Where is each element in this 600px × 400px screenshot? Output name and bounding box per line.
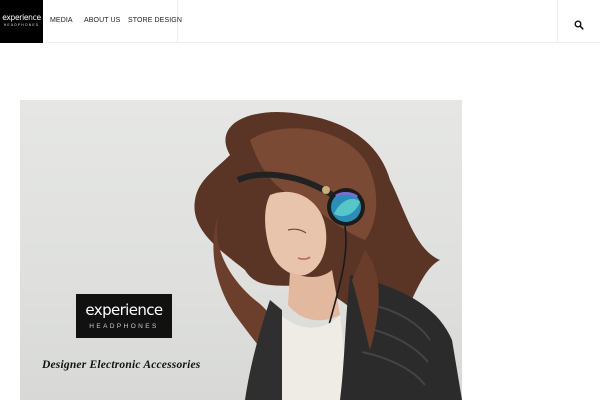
search-icon[interactable] [574,17,584,30]
hero-photo [194,111,462,400]
search-area [557,0,600,43]
logo-wordmark: experience [2,13,41,22]
nav-media-link[interactable]: MEDIA [50,17,73,24]
badge-wordmark: experience [85,301,163,319]
logo-subtitle: HEADPHONES [3,23,40,27]
brand-badge: experience HEADPHONES [76,294,172,338]
site-header: experience HEADPHONES MEDIA ABOUT US STO… [0,0,600,43]
badge-subtitle: HEADPHONES [89,323,159,330]
main-nav: MEDIA ABOUT US STORE DESIGN [43,0,182,43]
nav-store-design-link[interactable]: STORE DESIGN [128,17,182,24]
nav-about-us-link[interactable]: ABOUT US [84,17,120,24]
hero-tagline: Designer Electronic Accessories [42,359,201,371]
hero-banner: experience HEADPHONES Designer Electroni… [20,100,462,400]
site-logo[interactable]: experience HEADPHONES [0,0,43,43]
